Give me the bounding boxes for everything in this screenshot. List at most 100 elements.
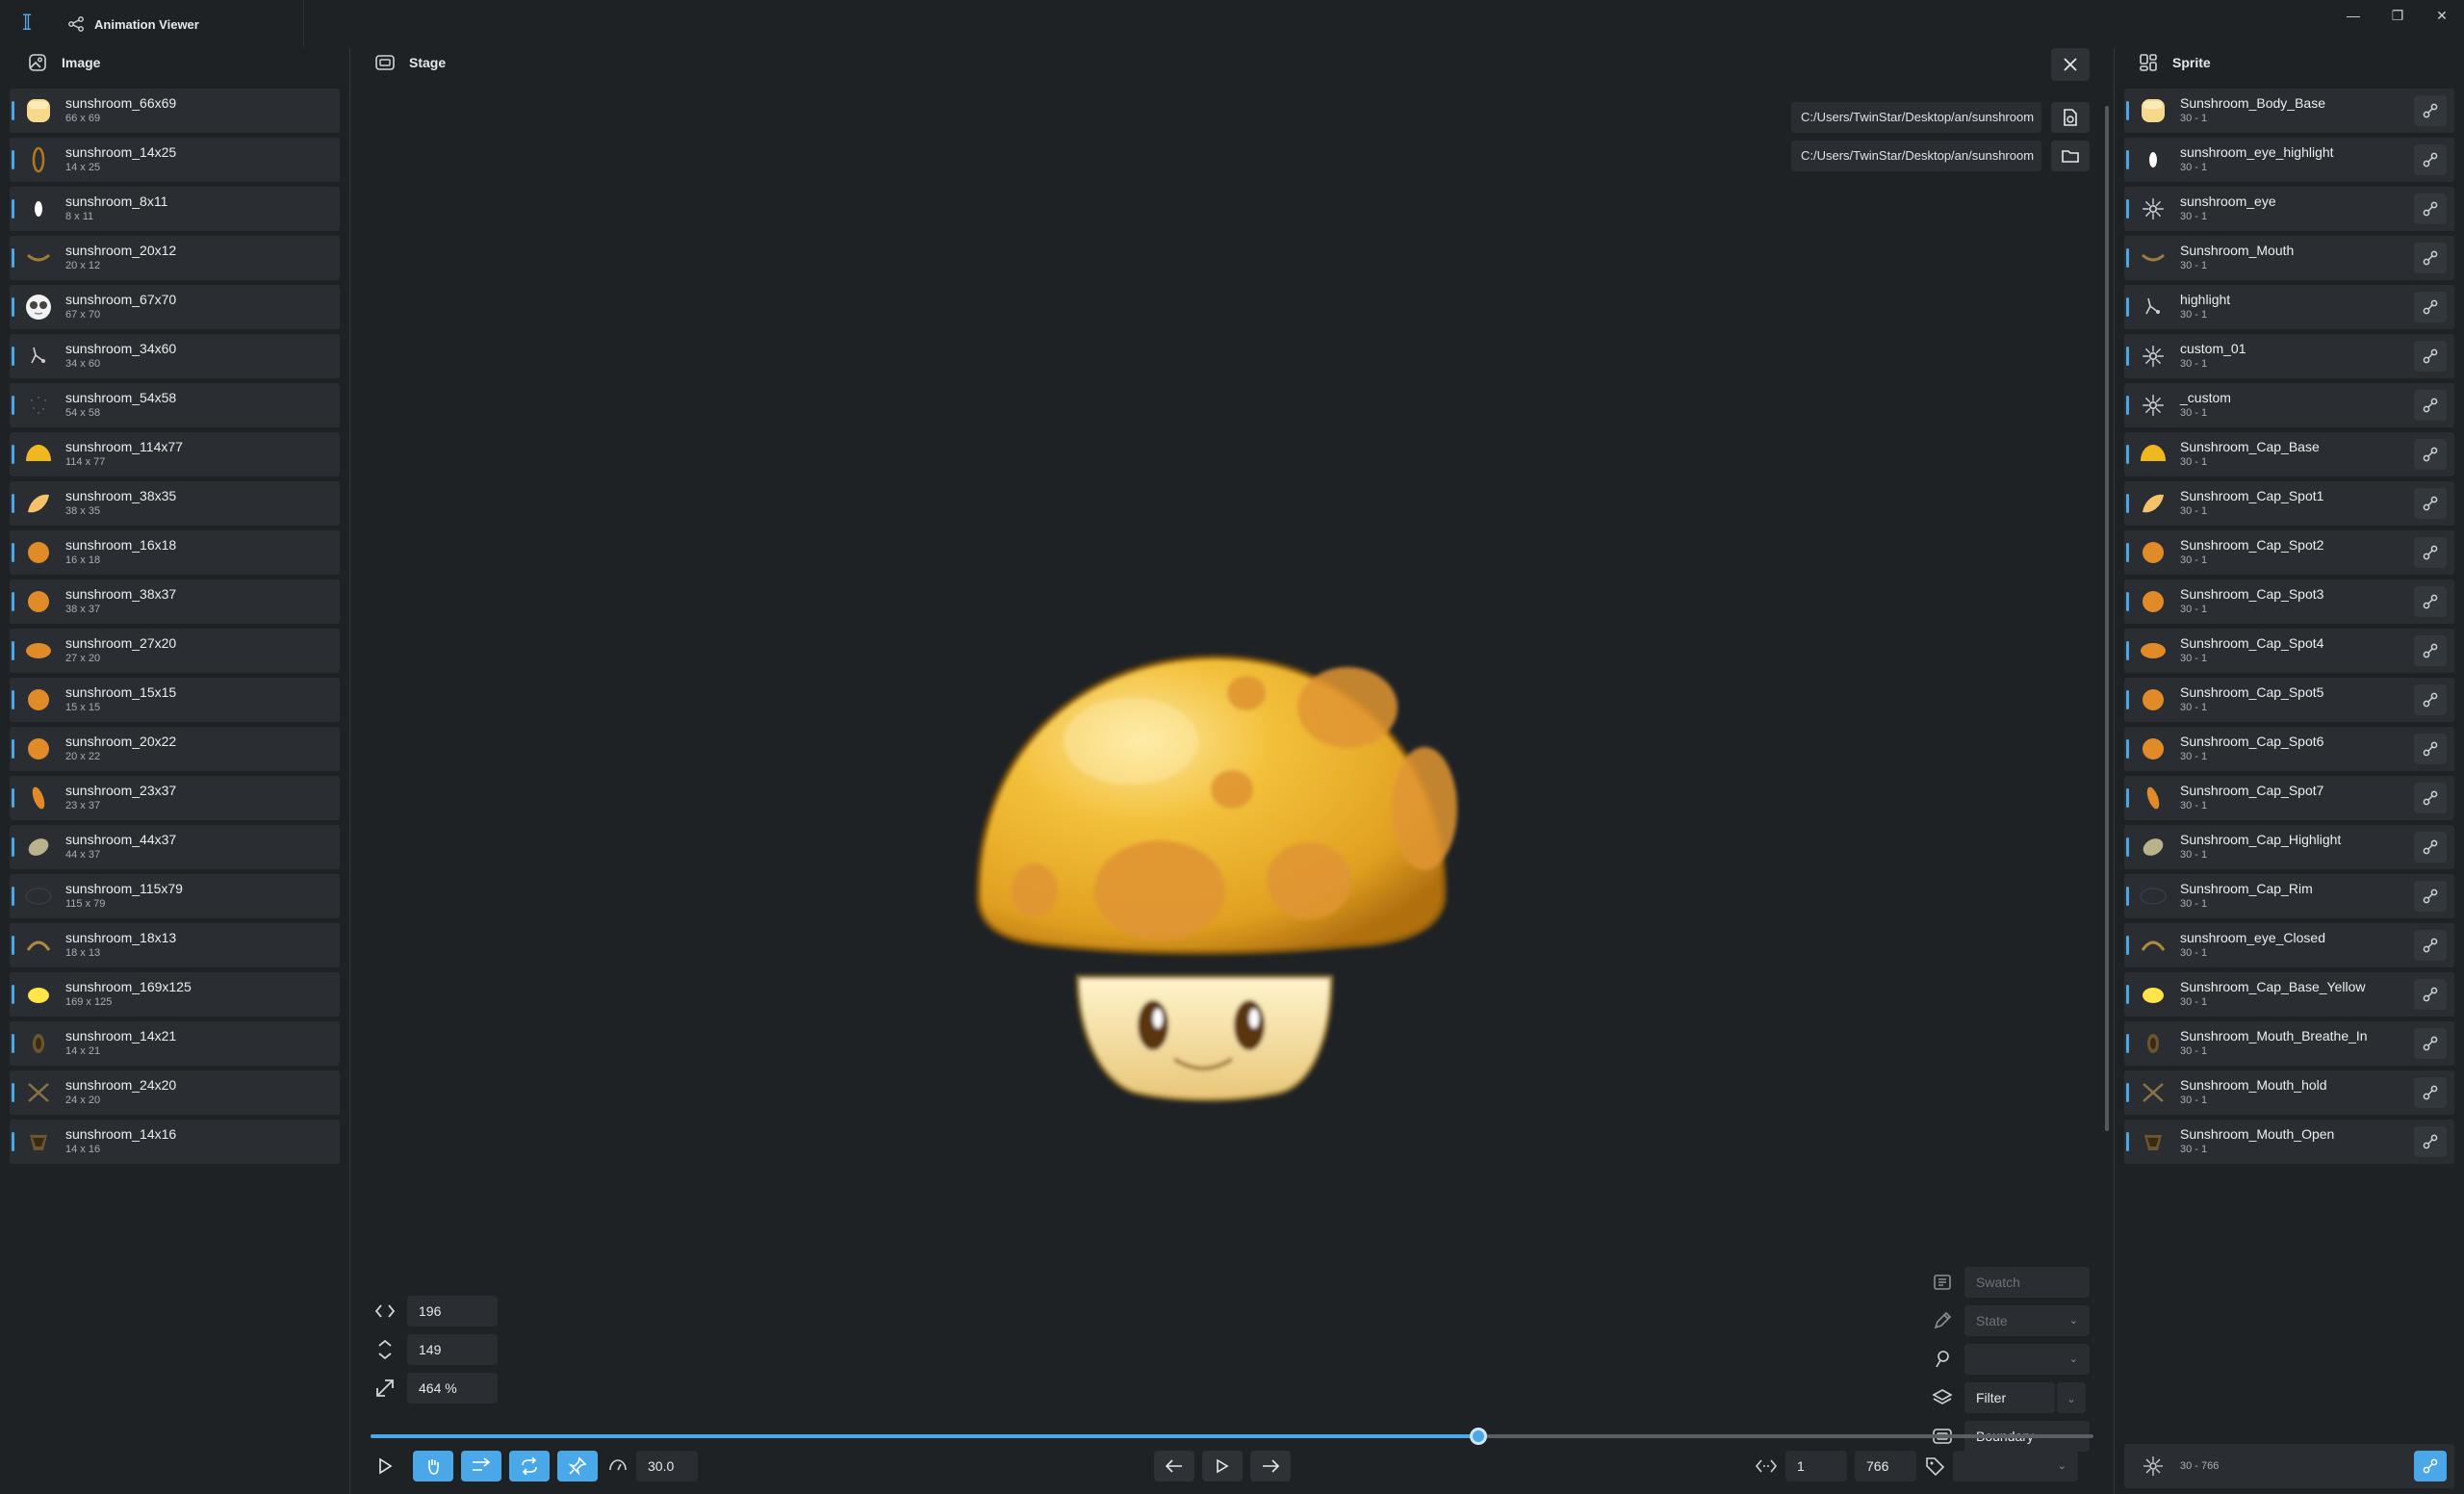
image-list-item[interactable]: sunshroom_114x77 114 x 77 <box>10 432 340 477</box>
filter-dropdown-button[interactable]: ⌄ <box>2057 1382 2086 1413</box>
image-list-item[interactable]: sunshroom_23x37 23 x 37 <box>10 776 340 820</box>
restore-icon[interactable]: ❐ <box>2375 0 2420 31</box>
link-sprite-button[interactable] <box>2414 243 2447 273</box>
link-sprite-button[interactable] <box>2414 635 2447 666</box>
zoom-field[interactable]: 464 % <box>407 1373 498 1404</box>
sprite-list-item[interactable]: Sunshroom_Cap_Spot2 30 - 1 <box>2124 530 2454 575</box>
image-list-item[interactable]: sunshroom_34x60 34 x 60 <box>10 334 340 378</box>
hand-toggle-button[interactable] <box>413 1451 453 1481</box>
sprite-list-item[interactable]: Sunshroom_Cap_Spot4 30 - 1 <box>2124 629 2454 673</box>
filter-field[interactable]: Filter <box>1964 1382 2055 1413</box>
image-list-item[interactable]: sunshroom_24x20 24 x 20 <box>10 1070 340 1115</box>
minimize-icon[interactable]: — <box>2331 0 2375 31</box>
sprite-list-item[interactable]: Sunshroom_Cap_Spot3 30 - 1 <box>2124 580 2454 624</box>
pin-toggle-button[interactable] <box>557 1451 598 1481</box>
image-list-item[interactable]: sunshroom_38x37 38 x 37 <box>10 580 340 624</box>
close-stage-button[interactable] <box>2051 48 2090 81</box>
animation-path-field[interactable]: C:/Users/TwinStar/Desktop/an/sunshroom <box>1791 102 2041 133</box>
sprite-list-item[interactable]: Sunshroom_Mouth 30 - 1 <box>2124 236 2454 280</box>
sprite-list-item[interactable]: Sunshroom_Cap_Spot1 30 - 1 <box>2124 481 2454 526</box>
image-list-item[interactable]: sunshroom_169x125 169 x 125 <box>10 972 340 1017</box>
sprite-list-item[interactable]: custom_01 30 - 1 <box>2124 334 2454 378</box>
image-list-item[interactable]: sunshroom_66x69 66 x 69 <box>10 89 340 133</box>
window-tab[interactable]: Animation Viewer <box>54 0 304 48</box>
link-sprite-button[interactable] <box>2414 1077 2447 1108</box>
speed-field[interactable]: 30.0 <box>636 1451 698 1481</box>
link-sprite-button[interactable] <box>2414 783 2447 813</box>
link-sprite-button[interactable] <box>2414 1451 2447 1481</box>
link-sprite-button[interactable] <box>2414 832 2447 863</box>
sprite-list-item[interactable]: Sunshroom_Cap_Spot5 30 - 1 <box>2124 678 2454 722</box>
sprite-list-item[interactable]: sunshroom_eye 30 - 1 <box>2124 187 2454 231</box>
sprite-list-item[interactable]: Sunshroom_Body_Base 30 - 1 <box>2124 89 2454 133</box>
media-path-field[interactable]: C:/Users/TwinStar/Desktop/an/sunshroom <box>1791 141 2041 171</box>
sprite-list-item[interactable]: Sunshroom_Mouth_Open 30 - 1 <box>2124 1120 2454 1164</box>
link-sprite-button[interactable] <box>2414 292 2447 322</box>
link-sprite-button[interactable] <box>2414 979 2447 1010</box>
sprite-list-item[interactable]: _custom 30 - 1 <box>2124 383 2454 427</box>
timeline-handle[interactable] <box>1469 1428 1487 1445</box>
image-list-item[interactable]: sunshroom_16x18 16 x 18 <box>10 530 340 575</box>
sprite-list-item[interactable]: highlight 30 - 1 <box>2124 285 2454 329</box>
image-list-item[interactable]: sunshroom_115x79 115 x 79 <box>10 874 340 918</box>
sprite-list-item[interactable]: sunshroom_eye_highlight 30 - 1 <box>2124 138 2454 182</box>
frame-start-field[interactable]: 1 <box>1785 1451 1847 1481</box>
frame-end-field[interactable]: 766 <box>1855 1451 1916 1481</box>
link-sprite-button[interactable] <box>2414 586 2447 617</box>
sprite-list-item[interactable]: Sunshroom_Cap_Highlight 30 - 1 <box>2124 825 2454 869</box>
link-sprite-button[interactable] <box>2414 684 2447 715</box>
image-list-item[interactable]: sunshroom_14x21 14 x 21 <box>10 1021 340 1066</box>
label-select[interactable]: ⌄ <box>1953 1451 2078 1481</box>
link-sprite-button[interactable] <box>2414 930 2447 961</box>
image-list-item[interactable]: sunshroom_20x12 20 x 12 <box>10 236 340 280</box>
open-folder-button[interactable] <box>2051 141 2090 171</box>
image-list-item[interactable]: sunshroom_15x15 15 x 15 <box>10 678 340 722</box>
link-sprite-button[interactable] <box>2414 1028 2447 1059</box>
image-list-item[interactable]: sunshroom_8x11 8 x 11 <box>10 187 340 231</box>
forward-toggle-button[interactable] <box>461 1451 501 1481</box>
link-sprite-button[interactable] <box>2414 439 2447 470</box>
image-list-item[interactable]: sunshroom_67x70 67 x 70 <box>10 285 340 329</box>
sprite-list-item[interactable]: Sunshroom_Mouth_Breathe_In 30 - 1 <box>2124 1021 2454 1066</box>
sprite-list-item[interactable]: Sunshroom_Cap_Rim 30 - 1 <box>2124 874 2454 918</box>
link-sprite-button[interactable] <box>2414 734 2447 764</box>
image-list-item[interactable]: sunshroom_14x25 14 x 25 <box>10 138 340 182</box>
timeline-slider[interactable] <box>371 1428 2093 1445</box>
image-list-item[interactable]: sunshroom_20x22 20 x 22 <box>10 727 340 771</box>
sprite-list-item[interactable]: Sunshroom_Cap_Spot7 30 - 1 <box>2124 776 2454 820</box>
image-list-item[interactable]: sunshroom_38x35 38 x 35 <box>10 481 340 526</box>
position-x-field[interactable]: 196 <box>407 1296 498 1327</box>
link-sprite-button[interactable] <box>2414 881 2447 912</box>
play-pause-button[interactable] <box>1202 1451 1243 1481</box>
stage-scrollbar[interactable] <box>2105 106 2109 1131</box>
link-sprite-button[interactable] <box>2414 488 2447 519</box>
main-sprite-row[interactable]: 30 - 766 <box>2124 1444 2454 1488</box>
swatch-field[interactable]: Swatch <box>1964 1267 2090 1298</box>
link-sprite-button[interactable] <box>2414 1126 2447 1157</box>
link-sprite-button[interactable] <box>2414 341 2447 372</box>
image-list-item[interactable]: sunshroom_18x13 18 x 13 <box>10 923 340 967</box>
plant-select[interactable]: ⌄ <box>1964 1344 2090 1375</box>
sprite-list-item[interactable]: Sunshroom_Mouth_hold 30 - 1 <box>2124 1070 2454 1115</box>
open-file-button[interactable] <box>2051 102 2090 133</box>
link-sprite-button[interactable] <box>2414 537 2447 568</box>
link-sprite-button[interactable] <box>2414 144 2447 175</box>
position-y-field[interactable]: 149 <box>407 1334 498 1365</box>
sprite-list-item[interactable]: Sunshroom_Cap_Base_Yellow 30 - 1 <box>2124 972 2454 1017</box>
state-select[interactable]: State ⌄ <box>1964 1305 2090 1336</box>
play-button[interactable] <box>365 1451 405 1481</box>
sprite-list-item[interactable]: Sunshroom_Cap_Base 30 - 1 <box>2124 432 2454 477</box>
link-sprite-button[interactable] <box>2414 95 2447 126</box>
loop-toggle-button[interactable] <box>509 1451 550 1481</box>
image-list-item[interactable]: sunshroom_54x58 54 x 58 <box>10 383 340 427</box>
image-list-item[interactable]: sunshroom_44x37 44 x 37 <box>10 825 340 869</box>
close-icon[interactable]: ✕ <box>2420 0 2464 31</box>
sprite-list-item[interactable]: sunshroom_eye_Closed 30 - 1 <box>2124 923 2454 967</box>
next-frame-button[interactable] <box>1250 1451 1291 1481</box>
image-list-item[interactable]: sunshroom_27x20 27 x 20 <box>10 629 340 673</box>
previous-frame-button[interactable] <box>1154 1451 1194 1481</box>
link-sprite-button[interactable] <box>2414 193 2447 224</box>
sprite-list-item[interactable]: Sunshroom_Cap_Spot6 30 - 1 <box>2124 727 2454 771</box>
image-list-item[interactable]: sunshroom_14x16 14 x 16 <box>10 1120 340 1164</box>
link-sprite-button[interactable] <box>2414 390 2447 421</box>
